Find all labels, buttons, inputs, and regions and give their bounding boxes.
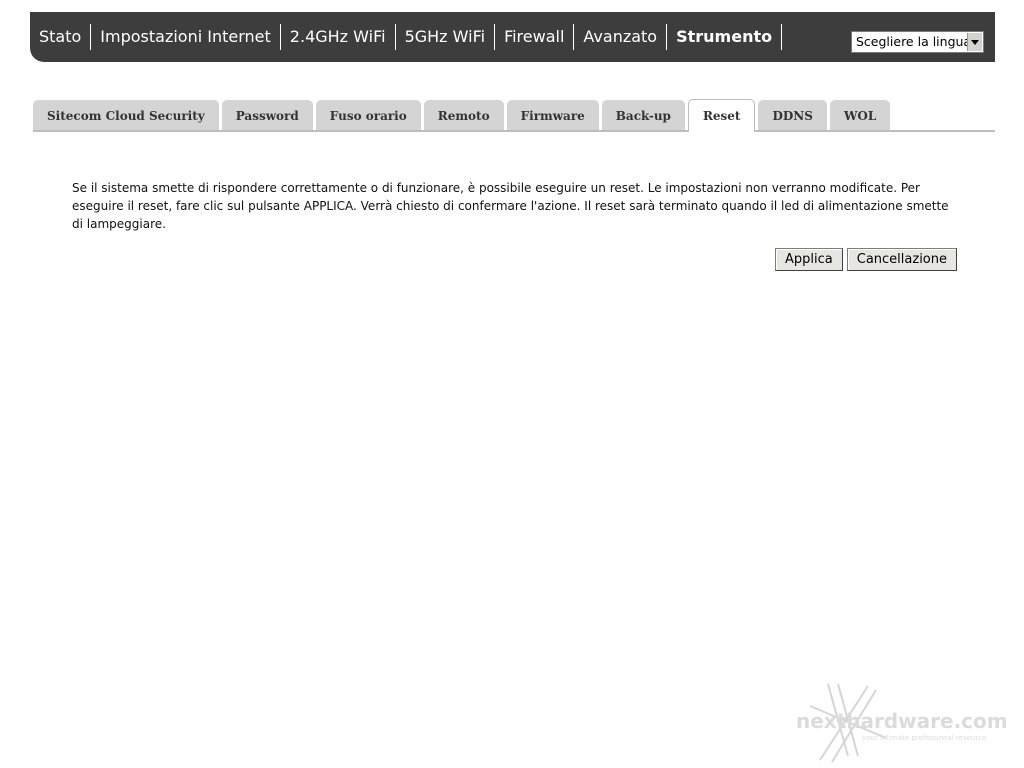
nav-item-stato[interactable]: Stato <box>30 24 92 50</box>
nav-item-5ghz-wifi[interactable]: 5GHz WiFi <box>396 24 496 50</box>
main-menu: Stato Impostazioni Internet 2.4GHz WiFi … <box>30 12 783 62</box>
language-select[interactable]: Scegliere la lingua <box>851 31 984 53</box>
nav-item-2-4ghz-wifi[interactable]: 2.4GHz WiFi <box>281 24 396 50</box>
tab-fuso-orario[interactable]: Fuso orario <box>315 100 421 130</box>
nav-item-strumento[interactable]: Strumento <box>667 24 783 50</box>
nav-item-avanzato[interactable]: Avanzato <box>574 24 668 50</box>
router-admin-page: Stato Impostazioni Internet 2.4GHz WiFi … <box>0 0 1024 768</box>
top-navigation-bar: Stato Impostazioni Internet 2.4GHz WiFi … <box>30 12 995 62</box>
nav-item-firewall[interactable]: Firewall <box>495 24 575 50</box>
tab-remoto[interactable]: Remoto <box>423 100 504 130</box>
nexthardware-watermark-logo: nexthardware.com your ultimate professio… <box>796 683 1008 763</box>
tab-password[interactable]: Password <box>221 100 313 130</box>
tab-sitecom-cloud-security[interactable]: Sitecom Cloud Security <box>33 100 219 130</box>
tab-wol[interactable]: WOL <box>829 100 891 130</box>
watermark-tagline-text: your ultimate professional resource <box>862 734 986 742</box>
cancel-button[interactable]: Cancellazione <box>846 248 957 271</box>
tab-ddns[interactable]: DDNS <box>758 100 827 130</box>
nav-item-impostazioni-internet[interactable]: Impostazioni Internet <box>91 24 281 50</box>
tab-reset[interactable]: Reset <box>687 99 756 132</box>
reset-description: Se il sistema smette di rispondere corre… <box>72 181 949 231</box>
chevron-down-icon[interactable] <box>967 33 982 51</box>
apply-button[interactable]: Applica <box>775 248 843 271</box>
tab-back-up[interactable]: Back-up <box>601 100 685 130</box>
language-select-value: Scegliere la lingua <box>856 34 972 49</box>
tool-tabs: Sitecom Cloud Security Password Fuso ora… <box>33 99 995 132</box>
watermark-brand-text: nexthardware.com <box>796 709 1008 733</box>
tab-firmware[interactable]: Firmware <box>506 100 599 130</box>
action-buttons: Applica Cancellazione <box>775 248 957 271</box>
